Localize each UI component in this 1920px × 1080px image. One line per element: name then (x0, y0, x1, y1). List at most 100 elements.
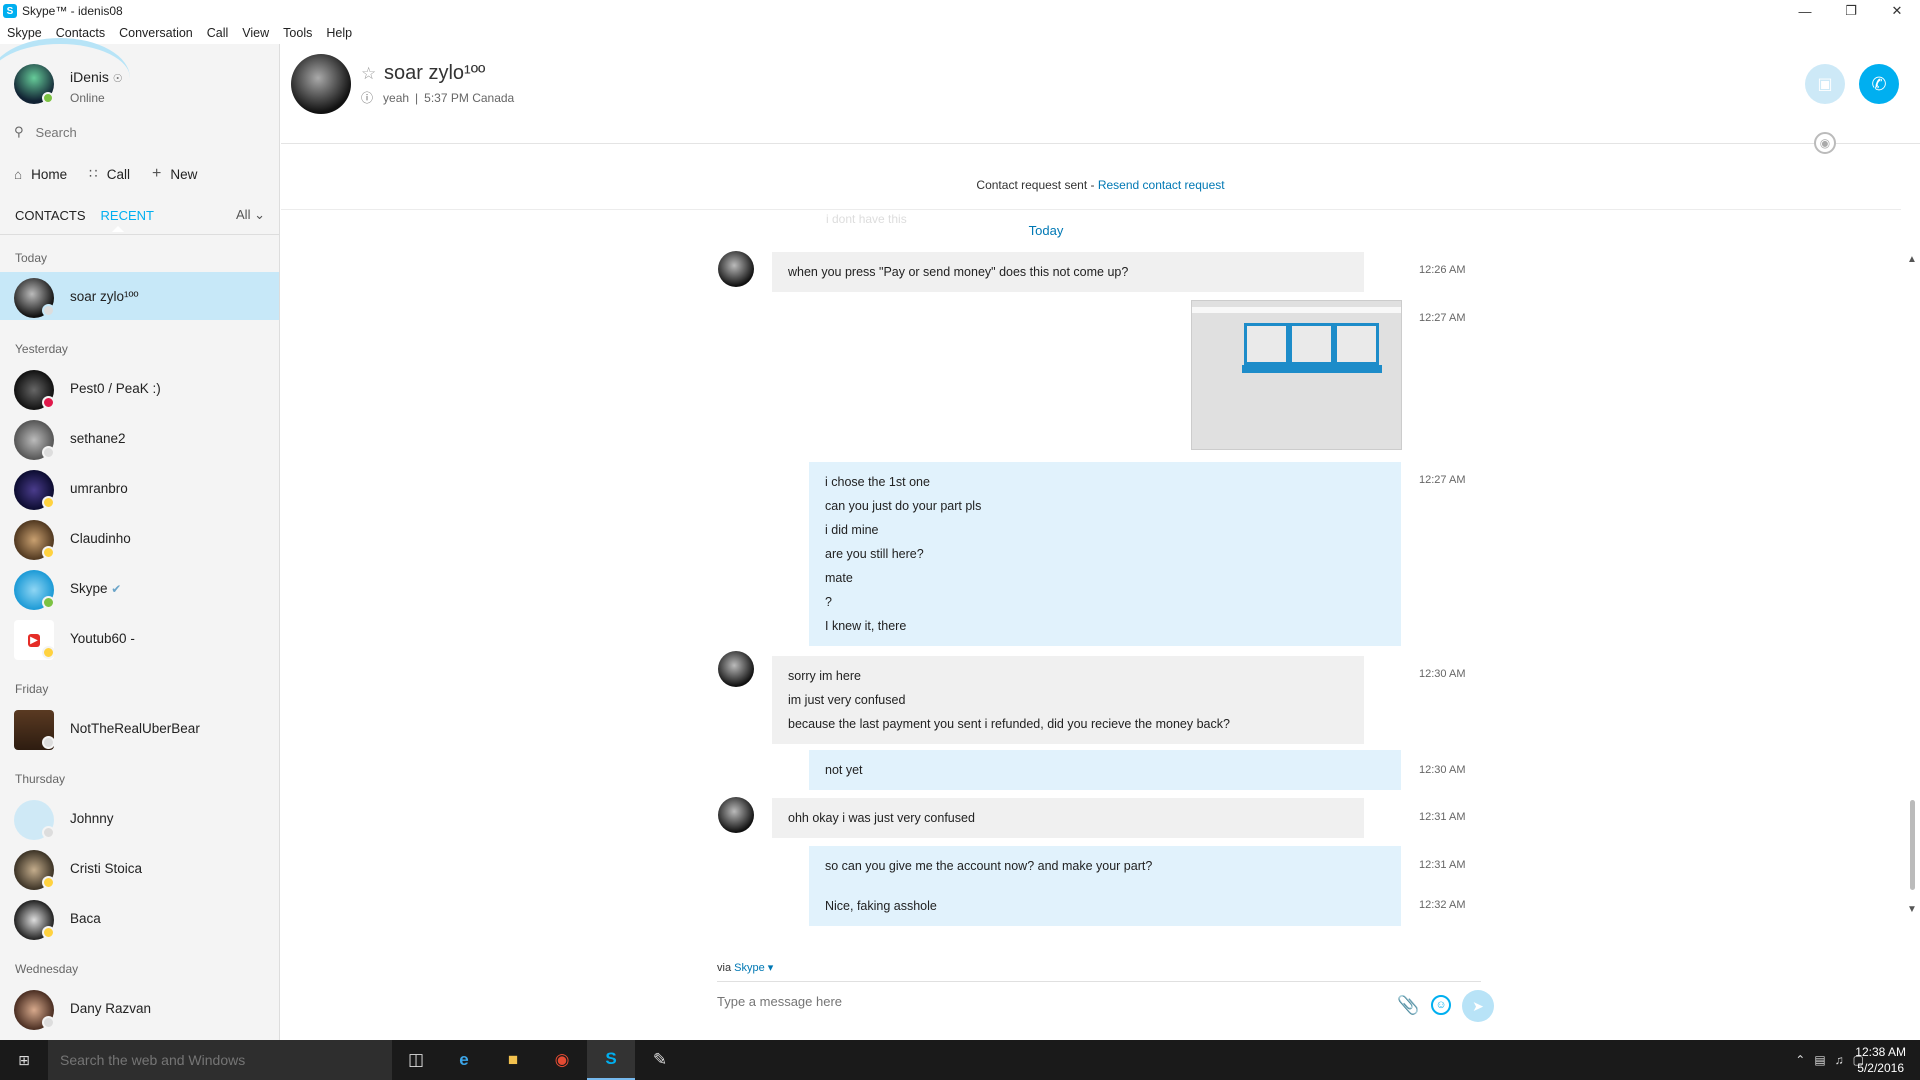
contact-item[interactable]: Pest0 / PeaK :) (0, 364, 279, 412)
filter-label: All (236, 207, 251, 222)
contact-item[interactable]: umranbro (0, 464, 279, 512)
message-text: Nice, faking asshole (825, 899, 937, 913)
video-call-button[interactable]: ▣ (1805, 64, 1845, 104)
profile-status[interactable]: Online (70, 91, 105, 105)
message-timestamp: 12:32 AM (1419, 899, 1466, 911)
globe-icon[interactable]: ◉ (1814, 132, 1836, 154)
contact-item[interactable]: soar zylo¹ºº (0, 272, 279, 320)
search-icon: ⚲ (14, 124, 24, 139)
file-explorer-icon[interactable]: ■ (489, 1040, 537, 1080)
sender-avatar[interactable] (718, 651, 754, 687)
window-controls: — ❐ ✕ (1782, 0, 1920, 22)
task-view-icon[interactable]: ◫ (392, 1040, 440, 1080)
conversation-title[interactable]: soar zylo¹ºº (384, 62, 485, 85)
taskbar-search-input[interactable] (60, 1052, 380, 1068)
scroll-up-icon[interactable]: ▲ (1907, 254, 1917, 265)
tray-expand-icon[interactable]: ⌃ (1795, 1053, 1805, 1067)
search-input[interactable] (35, 124, 256, 140)
tab-indicator (112, 226, 124, 232)
message-bubble[interactable]: Nice, faking asshole (809, 886, 1401, 926)
profile-name[interactable]: iDenis ☉ (70, 69, 123, 85)
image-option-box (1244, 323, 1289, 365)
paint-icon[interactable]: ✎ (636, 1040, 684, 1080)
home-icon: ⌂ (14, 166, 23, 182)
message-input[interactable] (717, 994, 1357, 1009)
send-button[interactable]: ➤ (1462, 990, 1494, 1022)
sender-avatar[interactable] (718, 797, 754, 833)
message-bubble[interactable]: when you press "Pay or send money" does … (772, 252, 1364, 292)
skype-logo-icon: S (3, 4, 17, 18)
volume-icon[interactable]: ♫ (1835, 1053, 1844, 1067)
status-unknown-icon (42, 826, 55, 839)
message-bubble[interactable]: ohh okay i was just very confused (772, 798, 1364, 838)
edge-browser-icon[interactable]: e (440, 1040, 488, 1080)
message-text: not yet (825, 763, 863, 777)
filter-dropdown[interactable]: All ⌄ (236, 207, 265, 223)
message-timestamp: 12:31 AM (1419, 811, 1466, 823)
away-status-icon (42, 926, 55, 939)
contact-item[interactable]: NotTheRealUberBear (0, 704, 279, 752)
sender-avatar[interactable] (718, 251, 754, 287)
contact-name: NotTheRealUberBear (70, 720, 200, 736)
contact-item[interactable]: ▶ Youtub60 - (0, 614, 279, 662)
contact-tabs: CONTACTS RECENT All ⌄ (15, 207, 265, 223)
scroll-thumb[interactable] (1910, 800, 1915, 890)
contact-item[interactable]: Baca (0, 894, 279, 942)
contact-item[interactable]: Skype ✔ (0, 564, 279, 612)
image-attachment[interactable] (1191, 300, 1402, 450)
menu-tools[interactable]: Tools (276, 26, 319, 40)
home-button[interactable]: ⌂ Home (14, 167, 67, 182)
message-bubble[interactable]: so can you give me the account now? and … (809, 846, 1401, 886)
section-today: Today (15, 251, 48, 265)
image-bar (1242, 365, 1382, 373)
voice-call-button[interactable]: ✆ (1859, 64, 1899, 104)
system-tray: ⌃ ▤ ♫ ▢ (1786, 1040, 1864, 1080)
menu-skype[interactable]: Skype (0, 26, 49, 40)
date-separator: Today (1028, 223, 1064, 238)
contact-item[interactable]: Cristi Stoica (0, 844, 279, 892)
emoticon-icon[interactable]: ☺ (1431, 995, 1451, 1015)
message-bubble[interactable]: not yet (809, 750, 1401, 790)
restore-icon[interactable]: ❐ (1828, 0, 1874, 22)
conversation-avatar[interactable] (291, 54, 351, 114)
resend-request-link[interactable]: Resend contact request (1098, 178, 1225, 192)
conversation-pane: ☆ soar zylo¹ºº ⓘ yeah | 5:37 PM Canada ▣… (281, 44, 1920, 1040)
close-icon[interactable]: ✕ (1874, 0, 1920, 22)
message-text: im just very confused (788, 693, 906, 707)
new-button[interactable]: + New (152, 165, 197, 183)
conversation-subtitle: ⓘ yeah | 5:37 PM Canada (361, 89, 514, 106)
favorite-star-icon[interactable]: ☆ (361, 64, 376, 84)
conversation-header: ☆ soar zylo¹ºº ⓘ yeah | 5:37 PM Canada ▣… (281, 44, 1920, 144)
scroll-down-icon[interactable]: ▼ (1907, 904, 1917, 915)
menu-conversation[interactable]: Conversation (112, 26, 200, 40)
message-bubble[interactable]: i chose the 1st one can you just do your… (809, 462, 1401, 646)
contact-item[interactable]: Dany Razvan (0, 984, 279, 1032)
message-text: i did mine (825, 523, 879, 537)
menu-help[interactable]: Help (319, 26, 359, 40)
message-bubble[interactable]: sorry im here im just very confused beca… (772, 656, 1364, 744)
notice-text: Contact request sent - (976, 178, 1098, 192)
call-button[interactable]: ∷ Call (89, 166, 130, 182)
menu-call[interactable]: Call (200, 26, 236, 40)
menu-view[interactable]: View (235, 26, 276, 40)
via-label: via (717, 962, 732, 974)
via-selector[interactable]: via Skype ▾ (717, 961, 773, 974)
contact-item[interactable]: Claudinho (0, 514, 279, 562)
contact-item[interactable]: Johnny (0, 794, 279, 842)
system-clock[interactable]: 12:38 AM 5/2/2016 (1855, 1044, 1906, 1076)
contact-name: Pest0 / PeaK :) (70, 380, 161, 396)
network-icon[interactable]: ▤ (1814, 1053, 1825, 1067)
message-scrollbar[interactable]: ▲ ▼ (1907, 214, 1917, 915)
contact-item[interactable]: sethane2 (0, 414, 279, 462)
windows-start-icon[interactable]: ⊞ (0, 1040, 48, 1080)
sidebar: iDenis ☉ Online ⚲ ⌂ Home ∷ Call + New CONTA… (0, 38, 280, 1040)
status-unknown-icon (42, 736, 55, 749)
chrome-icon[interactable]: ◉ (538, 1040, 586, 1080)
taskbar-search (48, 1040, 392, 1080)
skype-taskbar-icon[interactable]: S (587, 1040, 635, 1080)
minimize-icon[interactable]: — (1782, 0, 1828, 22)
paperclip-icon[interactable]: 📎 (1397, 995, 1419, 1016)
tab-contacts[interactable]: CONTACTS (15, 208, 86, 223)
tab-recent[interactable]: RECENT (101, 208, 154, 223)
new-label: New (170, 166, 198, 182)
